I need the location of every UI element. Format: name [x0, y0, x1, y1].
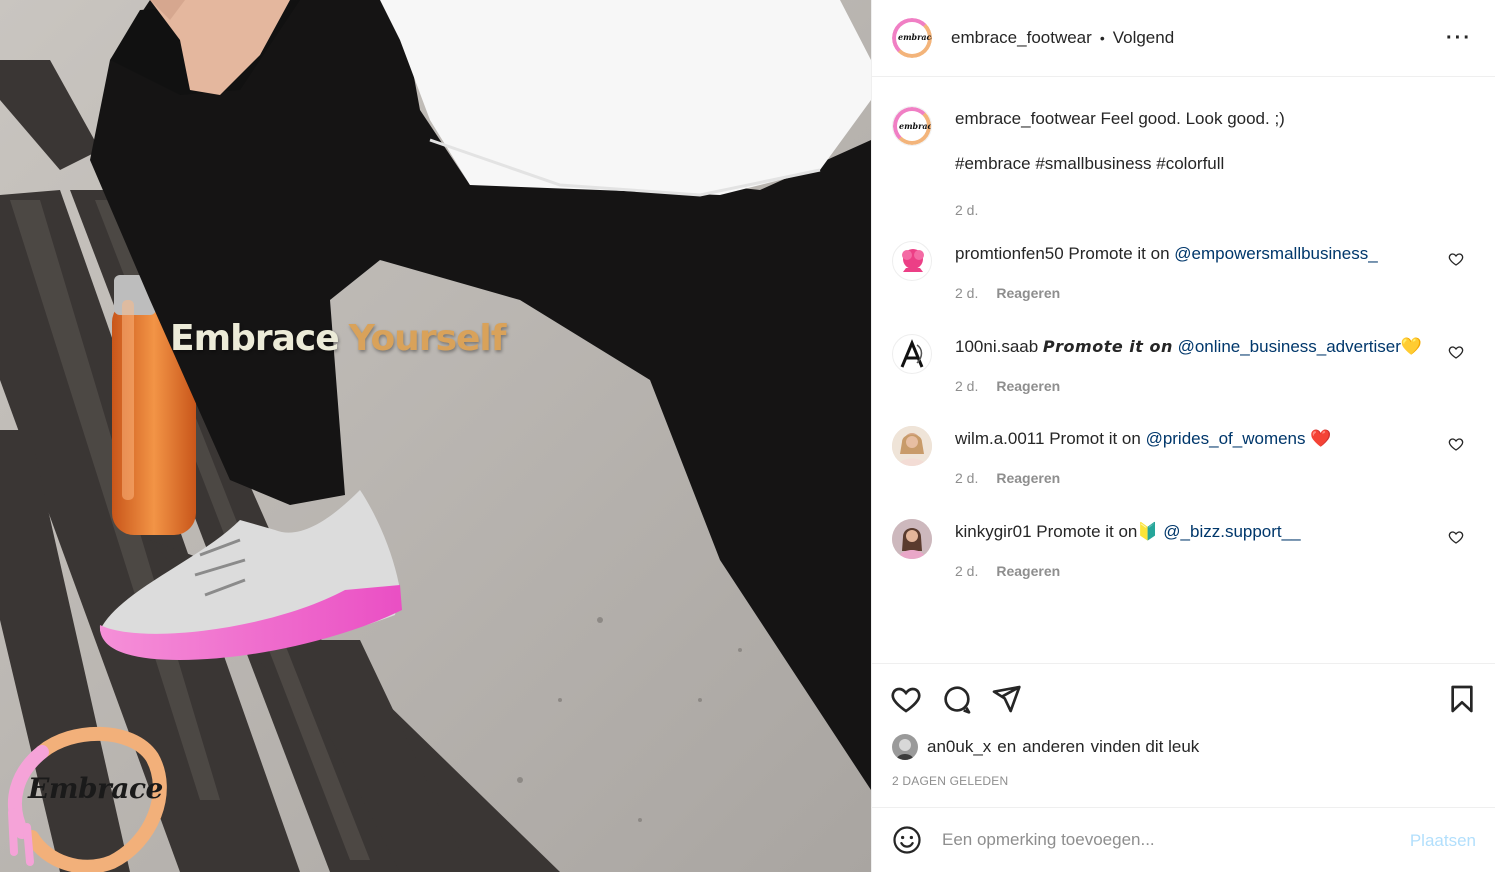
likes-connector: en: [997, 737, 1017, 756]
more-horizontal-icon[interactable]: ···: [1446, 28, 1472, 48]
liker-avatar-image: [892, 734, 918, 760]
brand-logo-watermark: Embrace: [2, 722, 172, 872]
comment-text: Promot it on: [1049, 429, 1146, 448]
comment-meta: 2 d. Reageren: [955, 470, 1060, 486]
comment-text: Promote it on: [1068, 244, 1175, 263]
comment-time[interactable]: 2 d.: [955, 285, 978, 301]
comment-like-heart-icon[interactable]: [1448, 344, 1464, 360]
woman-avatar-image: [892, 519, 932, 559]
comment-input[interactable]: [942, 820, 1382, 860]
comment-text: 𝙋𝙧𝙤𝙢𝙤𝙩𝙚 𝙞𝙩 𝙤𝙣: [1042, 337, 1173, 356]
reply-button[interactable]: Reageren: [996, 563, 1060, 579]
comment-mention[interactable]: @prides_of_womens: [1146, 429, 1306, 448]
rose-avatar-image: [902, 249, 924, 272]
comment-time[interactable]: 2 d.: [955, 378, 978, 394]
comment-item: wilm.a.0011 Promot it on @prides_of_wome…: [892, 426, 1482, 506]
comment-meta: 2 d. Reageren: [955, 563, 1060, 579]
comment-like-heart-icon[interactable]: [1448, 436, 1464, 452]
comment-meta: 2 d. Reageren: [955, 285, 1060, 301]
overlay-word-yourself: Yourself: [348, 318, 507, 359]
share-paper-plane-icon[interactable]: [990, 683, 1022, 715]
likes-others-link[interactable]: anderen: [1022, 737, 1084, 757]
woman-avatar-image: [892, 426, 932, 466]
caption-time[interactable]: 2 d.: [955, 202, 978, 218]
commenter-avatar[interactable]: [892, 334, 932, 374]
comment-body: wilm.a.0011 Promot it on @prides_of_wome…: [955, 428, 1435, 450]
commenter-avatar[interactable]: [892, 241, 932, 281]
caption-author-avatar[interactable]: embrace: [892, 106, 932, 146]
photo-overlay-title: Embrace Yourself: [170, 318, 507, 359]
reply-button[interactable]: Reageren: [996, 285, 1060, 301]
commenter-avatar[interactable]: [892, 426, 932, 466]
comment-body: kinkygir01 Promote it on🔰 @_bizz.support…: [955, 521, 1435, 543]
post-time-ago[interactable]: 2 DAGEN GELEDEN: [892, 774, 1008, 788]
liker-username[interactable]: an0uk_x: [927, 737, 991, 757]
avatar-logo-text: embrace: [898, 32, 932, 42]
comment-text: Promote it on🔰: [1036, 522, 1164, 541]
comment-meta: 2 d. Reageren: [955, 378, 1060, 394]
overlay-word-embrace: Embrace: [170, 318, 340, 359]
yellow-heart-emoji: 💛: [1400, 337, 1423, 356]
comment-username[interactable]: kinkygir01: [955, 522, 1032, 541]
comment-like-heart-icon[interactable]: [1448, 529, 1464, 545]
comment-body: 100ni.saab 𝙋𝙧𝙤𝙢𝙤𝙩𝙚 𝙞𝙩 𝙤𝙣 @online_busines…: [955, 336, 1435, 358]
following-button[interactable]: Volgend: [1113, 28, 1174, 48]
comment-mention[interactable]: @online_business_advertiser: [1178, 337, 1401, 356]
author-avatar[interactable]: embrace: [892, 18, 932, 58]
header-separator: •: [1099, 30, 1105, 46]
comment-time[interactable]: 2 d.: [955, 470, 978, 486]
comment-username[interactable]: wilm.a.0011: [955, 429, 1044, 448]
comment-body: promtionfen50 Promote it on @empowersmal…: [955, 243, 1435, 265]
likes-suffix: vinden dit leuk: [1090, 737, 1200, 756]
post-actions: an0uk_x en anderen vinden dit leuk 2 DAG…: [872, 663, 1495, 807]
comment-bubble-icon[interactable]: [941, 683, 973, 715]
comment-username[interactable]: 100ni.saab: [955, 337, 1038, 356]
reply-button[interactable]: Reageren: [996, 378, 1060, 394]
post-header: embrace embrace_footwear • Volgend ···: [872, 0, 1495, 77]
likes-summary: an0uk_x en anderen vinden dit leuk: [892, 734, 1199, 760]
like-heart-icon[interactable]: [890, 683, 922, 715]
comment-time[interactable]: 2 d.: [955, 563, 978, 579]
post-viewer: EmbraceYourself Embrace embrace embrace_…: [0, 0, 1495, 872]
caption-hashtags[interactable]: #embrace #smallbusiness #colorfull: [955, 153, 1435, 175]
comments-list: embrace embrace_footwear Feel good. Look…: [872, 78, 1495, 663]
add-comment-bar: Plaatsen: [872, 807, 1495, 872]
caption-body: embrace_footwear Feel good. Look good. ;…: [955, 108, 1435, 130]
post-comment-button[interactable]: Plaatsen: [1410, 831, 1476, 851]
reply-button[interactable]: Reageren: [996, 470, 1060, 486]
comment-username[interactable]: promtionfen50: [955, 244, 1064, 263]
author-username[interactable]: embrace_footwear: [951, 28, 1092, 48]
emoji-picker-icon[interactable]: [892, 825, 922, 855]
comment-mention[interactable]: @empowersmallbusiness_: [1174, 244, 1377, 263]
comment-item: kinkygir01 Promote it on🔰 @_bizz.support…: [892, 519, 1482, 599]
liker-avatar[interactable]: [892, 734, 918, 760]
caption-username[interactable]: embrace_footwear: [955, 109, 1096, 128]
comment-mention[interactable]: @_bizz.support__: [1163, 522, 1300, 541]
post-caption: embrace embrace_footwear Feel good. Look…: [892, 106, 1482, 236]
comment-like-heart-icon[interactable]: [1448, 251, 1464, 267]
logo-text: Embrace: [28, 772, 163, 805]
letter-a-avatar-image: [900, 339, 924, 368]
comment-item: promtionfen50 Promote it on @empowersmal…: [892, 241, 1482, 321]
avatar-logo-text: embrace: [899, 121, 932, 131]
post-side-panel: embrace embrace_footwear • Volgend ··· e…: [871, 0, 1495, 872]
red-heart-emoji: ❤️: [1310, 429, 1332, 448]
commenter-avatar[interactable]: [892, 519, 932, 559]
comment-item: 100ni.saab 𝙋𝙧𝙤𝙢𝙤𝙩𝙚 𝙞𝙩 𝙤𝙣 @online_busines…: [892, 334, 1482, 414]
save-bookmark-icon[interactable]: [1446, 683, 1478, 715]
post-photo[interactable]: Embrace Yourself Embrace: [0, 0, 871, 872]
caption-text: Feel good. Look good. ;): [1100, 109, 1285, 128]
